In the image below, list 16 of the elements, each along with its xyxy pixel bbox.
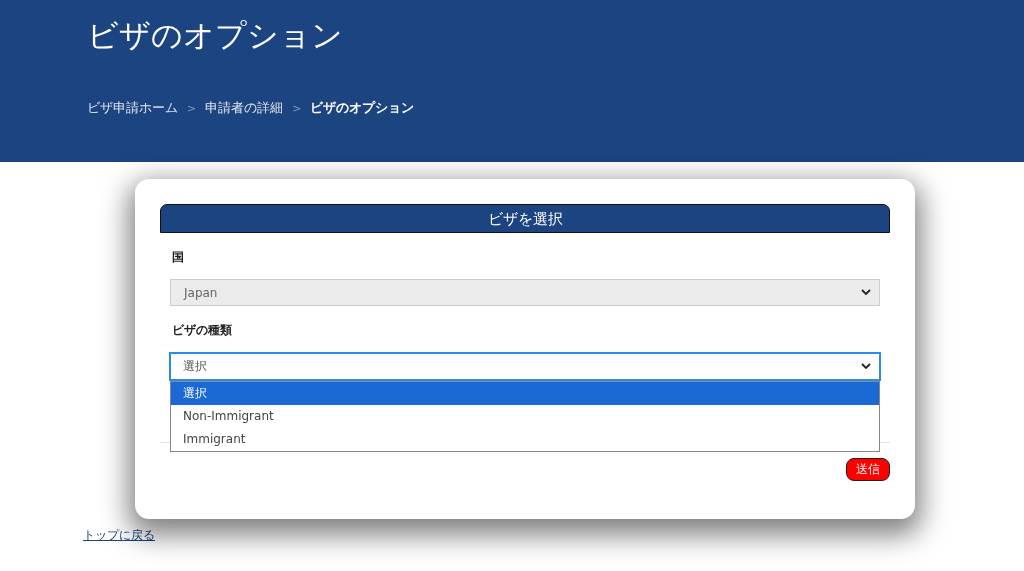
dropdown-option[interactable]: Immigrant <box>171 428 879 451</box>
breadcrumb-separator: > <box>187 102 197 115</box>
chevron-down-icon <box>861 289 871 296</box>
dropdown-option[interactable]: 選択 <box>171 382 879 405</box>
breadcrumb-link[interactable]: ビザ申請ホーム <box>87 100 178 117</box>
breadcrumb-separator: > <box>292 102 302 115</box>
field-label: 国 <box>172 249 185 266</box>
field-label: ビザの種類 <box>172 322 233 339</box>
breadcrumb-link[interactable]: ビザのオプション <box>310 100 415 117</box>
breadcrumb-link[interactable]: 申請者の詳細 <box>205 100 284 117</box>
page-title: ビザのオプション <box>87 16 344 55</box>
submit-button[interactable]: 送信 <box>846 458 890 481</box>
back-to-top-link[interactable]: トップに戻る <box>83 527 155 544</box>
chevron-down-icon <box>861 363 871 370</box>
section-header: ビザを選択 <box>160 204 890 233</box>
dropdown-option[interactable]: Non-Immigrant <box>171 405 879 428</box>
